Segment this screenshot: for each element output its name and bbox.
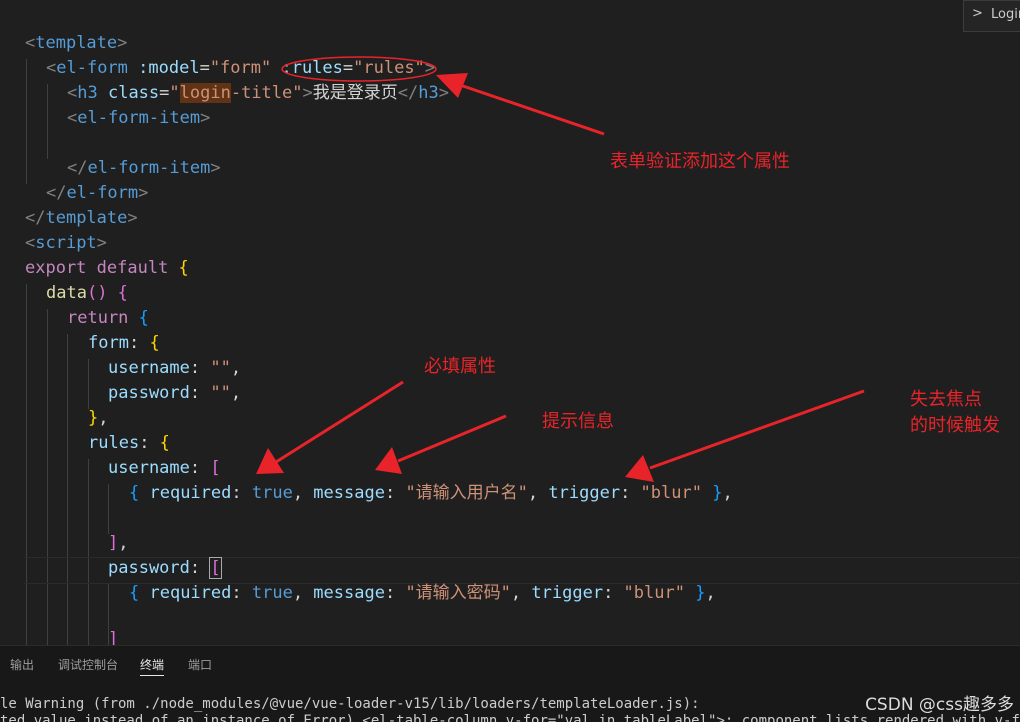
chevron-right-icon: > (972, 6, 983, 21)
code-editor[interactable]: <template> <el-form :model="form" :rules… (0, 0, 1020, 645)
tab-ports[interactable]: 端口 (188, 656, 212, 673)
tab-debug-console[interactable]: 调试控制台 (58, 656, 118, 673)
arrow-rules (459, 83, 605, 136)
arrow-trigger-head (625, 455, 654, 482)
annotation-overlay (256, 56, 865, 482)
arrow-message (397, 414, 507, 463)
annotation-trigger-line1: 失去焦点 (910, 389, 982, 410)
watermark: CSDN @css趣多多 (865, 695, 1014, 715)
annotation-trigger-line2: 的时候触发 (910, 415, 1000, 436)
terminal-line: le Warning (from ./node_modules/@vue/vue… (0, 696, 700, 712)
bottom-panel: 输出 调试控制台 终端 端口 le Warning (from ./node_m… (0, 645, 1020, 722)
breadcrumb-popup[interactable]: > Login (963, 0, 1020, 32)
annotation-message: 提示信息 (542, 411, 614, 432)
tab-terminal[interactable]: 终端 (140, 656, 165, 676)
rules-highlight-ellipse (281, 56, 437, 82)
tab-output[interactable]: 输出 (10, 656, 34, 673)
arrow-required (275, 380, 404, 464)
arrow-trigger (649, 389, 865, 470)
annotation-required: 必填属性 (424, 356, 496, 377)
annotation-rules: 表单验证添加这个属性 (610, 151, 790, 172)
breadcrumb-label: Login (991, 7, 1020, 22)
